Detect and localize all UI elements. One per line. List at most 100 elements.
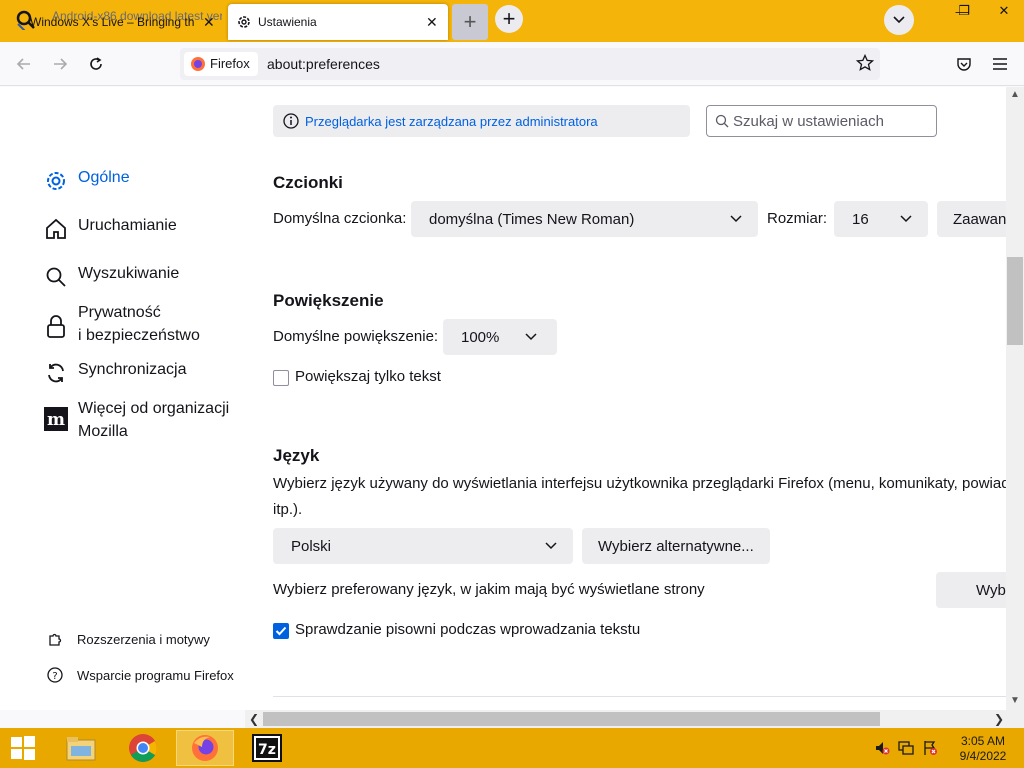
- vertical-scroll-thumb[interactable]: [1007, 257, 1023, 345]
- tab-windows-xs-live[interactable]: Android-x86 download latest ver Windows …: [8, 4, 222, 40]
- svg-text:m: m: [47, 410, 65, 430]
- sidebar-item-home[interactable]: Uruchamianie: [44, 217, 177, 241]
- scroll-up-icon[interactable]: ▲: [1010, 89, 1020, 100]
- windows-taskbar: 7z 3:05 AM 9/4/2022: [0, 728, 1024, 768]
- folder-icon: [66, 737, 96, 761]
- reload-icon: [90, 57, 102, 70]
- tab-strip: Android-x86 download latest ver Windows …: [0, 0, 1024, 42]
- settings-search[interactable]: [706, 105, 937, 137]
- fonts-heading: Czcionki: [273, 173, 343, 192]
- chrome-icon: [129, 734, 157, 762]
- arrow-left-icon: [16, 58, 30, 70]
- sidebar-addons-label: Rozszerzenia i motywy: [77, 631, 210, 647]
- zoom-text-only-label[interactable]: Powiększaj tylko tekst: [295, 368, 441, 385]
- 7zip-icon: 7z: [252, 734, 282, 762]
- tab-close-icon[interactable]: ✕: [426, 14, 438, 31]
- sidebar-item-label: Uruchamianie: [78, 217, 177, 234]
- scroll-right-icon[interactable]: ❯: [994, 712, 1004, 726]
- home-icon: [44, 217, 68, 241]
- reload-button[interactable]: [86, 54, 106, 74]
- preferences-page: Ogólne Uruchamianie Wyszukiwanie Prywatn…: [0, 87, 1006, 710]
- bookmark-star-icon[interactable]: [856, 54, 874, 72]
- taskbar-7zip[interactable]: 7z: [238, 730, 296, 766]
- volume-muted-icon[interactable]: [874, 740, 890, 756]
- identity-box[interactable]: Firefox: [184, 52, 258, 76]
- firefox-icon: [191, 57, 205, 71]
- scroll-down-icon[interactable]: ▼: [1010, 695, 1020, 706]
- chevron-down-icon: [900, 215, 912, 223]
- gear-icon: [44, 169, 68, 193]
- search-input[interactable]: [733, 112, 923, 130]
- start-button[interactable]: [0, 730, 46, 766]
- taskbar-file-explorer[interactable]: [52, 730, 110, 766]
- back-button[interactable]: [14, 54, 34, 74]
- chevron-down-icon: [730, 215, 742, 223]
- zoom-text-only-checkbox[interactable]: [273, 370, 289, 386]
- sidebar-addons-link[interactable]: Rozszerzenia i motywy: [46, 630, 210, 648]
- sidebar-item-label: Więcej od organizacji: [78, 400, 230, 417]
- hamburger-menu-icon: [993, 58, 1007, 70]
- sidebar-item-label-line2: i bezpieczeństwo: [78, 327, 200, 344]
- font-size-select[interactable]: 16: [834, 201, 928, 237]
- chevron-down-icon: [893, 16, 905, 24]
- default-zoom-label: Domyślne powiększenie:: [273, 328, 439, 345]
- pocket-button[interactable]: [954, 54, 974, 74]
- svg-text:?: ?: [52, 671, 57, 682]
- tab-close-icon[interactable]: ✕: [203, 14, 215, 31]
- restore-button[interactable]: ❐: [950, 2, 978, 20]
- tab-title: Ustawienia: [258, 15, 317, 29]
- spellcheck-label[interactable]: Sprawdzanie pisowni podczas wprowadzania…: [295, 621, 640, 638]
- list-all-tabs-button[interactable]: [884, 5, 914, 35]
- gear-icon: [238, 16, 250, 28]
- search-icon: [715, 114, 729, 128]
- mozilla-icon: m: [44, 407, 68, 431]
- new-tab-placeholder-icon[interactable]: +: [452, 4, 488, 40]
- system-clock[interactable]: 3:05 AM 9/4/2022: [948, 734, 1018, 764]
- sidebar-item-privacy[interactable]: Prywatność i bezpieczeństwo: [44, 304, 200, 347]
- search-icon: [44, 265, 68, 289]
- clock-time: 3:05 AM: [960, 734, 1006, 748]
- sidebar-item-search[interactable]: Wyszukiwanie: [44, 265, 179, 289]
- scroll-left-icon[interactable]: ❮: [249, 712, 259, 726]
- horizontal-scrollbar[interactable]: ❮ ❯: [245, 710, 1024, 728]
- new-tab-button[interactable]: +: [495, 5, 523, 33]
- url-text[interactable]: about:preferences: [267, 56, 380, 72]
- lock-icon: [44, 315, 68, 339]
- sidebar-item-label: Prywatność: [78, 304, 161, 321]
- pocket-icon: [957, 58, 971, 71]
- default-font-value: domyślna (Times New Roman): [429, 210, 635, 228]
- taskbar-firefox[interactable]: [176, 730, 234, 766]
- network-icon[interactable]: [898, 740, 914, 756]
- sidebar-support-label: Wsparcie programu Firefox: [77, 667, 234, 683]
- sidebar-item-general[interactable]: Ogólne: [44, 169, 130, 193]
- tab-title: Windows X's Live – Bringing th: [30, 15, 195, 29]
- choose-alternatives-label: Wybierz alternatywne...: [598, 537, 754, 555]
- taskbar-chrome[interactable]: [114, 730, 172, 766]
- sidebar-item-sync[interactable]: Synchronizacja: [44, 361, 187, 385]
- sidebar-support-link[interactable]: ? Wsparcie programu Firefox: [46, 666, 234, 684]
- font-size-label: Rozmiar:: [767, 210, 828, 227]
- sidebar-item-label-line2: Mozilla: [78, 423, 128, 440]
- default-zoom-select[interactable]: 100%: [443, 319, 557, 355]
- tab-ustawienia[interactable]: Ustawienia ✕: [228, 4, 448, 40]
- url-bar[interactable]: Firefox about:preferences: [180, 48, 880, 80]
- choose-alternatives-button[interactable]: Wybierz alternatywne...: [582, 528, 770, 564]
- app-menu-button[interactable]: [990, 54, 1010, 74]
- vertical-scrollbar[interactable]: ▲ ▼: [1006, 87, 1024, 710]
- horizontal-scroll-thumb[interactable]: [263, 712, 880, 726]
- ui-language-select[interactable]: Polski: [273, 528, 573, 564]
- forward-button[interactable]: [50, 54, 70, 74]
- sidebar-item-mozilla[interactable]: m Więcej od organizacji Mozilla: [44, 400, 230, 443]
- sync-icon: [44, 361, 68, 385]
- default-zoom-value: 100%: [461, 328, 500, 346]
- advanced-fonts-button[interactable]: Zaawansowane...: [937, 201, 1006, 237]
- clock-date: 9/4/2022: [959, 749, 1007, 763]
- close-window-button[interactable]: ✕: [990, 2, 1018, 20]
- policy-notice-text: Przeglądarka jest zarządzana przez admin…: [305, 113, 598, 129]
- action-center-flag-icon[interactable]: [922, 740, 938, 756]
- page-language-button[interactable]: Wybierz...: [936, 572, 1006, 608]
- policy-notice[interactable]: Przeglądarka jest zarządzana przez admin…: [273, 105, 690, 137]
- chevron-down-icon: [525, 333, 537, 341]
- spellcheck-checkbox[interactable]: [273, 623, 289, 639]
- default-font-select[interactable]: domyślna (Times New Roman): [411, 201, 758, 237]
